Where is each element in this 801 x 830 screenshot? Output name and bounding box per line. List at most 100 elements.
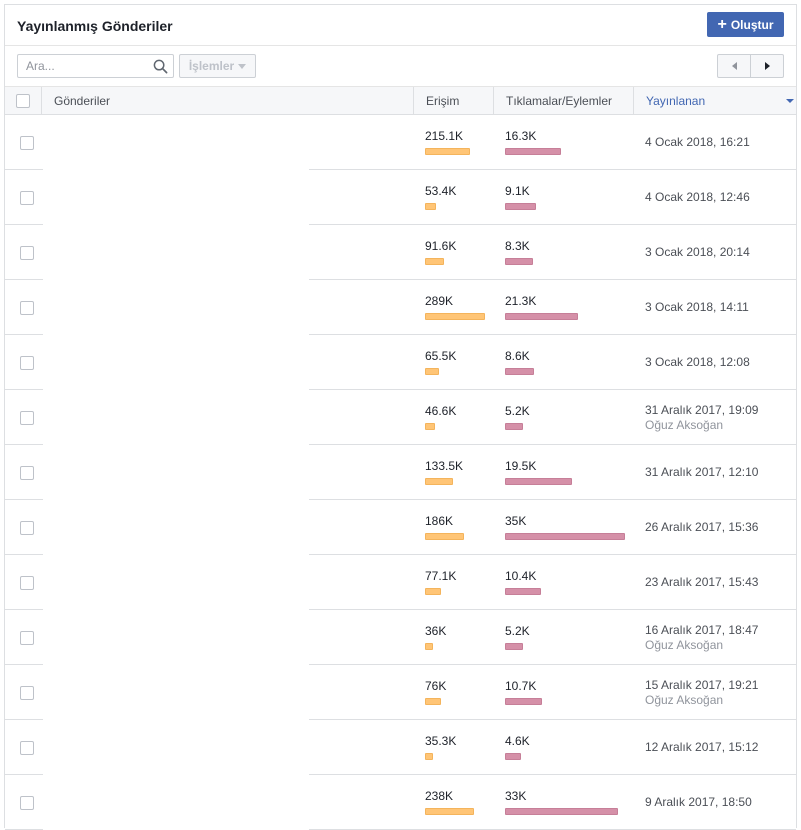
published-date: 23 Aralık 2017, 15:43 [645, 575, 759, 589]
post-preview[interactable] [43, 610, 309, 665]
post-preview[interactable] [43, 390, 309, 445]
table-row[interactable]: 46.6K 5.2K 31 Aralık 2017, 19:09 Oğuz Aksoğ… [5, 390, 796, 445]
published-cell: 26 Aralık 2017, 15:36 [645, 520, 795, 535]
reach-cell: 91.6K [425, 239, 456, 265]
table-row[interactable]: 77.1K 10.4K 23 Aralık 2017, 15:43 [5, 555, 796, 610]
sort-descending-icon[interactable] [786, 99, 794, 103]
clicks-bar [505, 368, 534, 375]
search-icon[interactable] [153, 59, 168, 74]
clicks-value: 19.5K [505, 459, 537, 473]
table-row[interactable]: 35.3K 4.6K 12 Aralık 2017, 15:12 [5, 720, 796, 775]
table-row[interactable]: 36K 5.2K 16 Aralık 2017, 18:47 Oğuz Aksoğan [5, 610, 796, 665]
create-button[interactable]: + Oluştur [707, 12, 784, 37]
published-date: 3 Ocak 2018, 20:14 [645, 245, 750, 259]
previous-page-button[interactable] [718, 55, 750, 77]
post-preview[interactable] [43, 665, 309, 720]
column-header-posts[interactable]: Gönderiler [41, 87, 413, 115]
published-date: 4 Ocak 2018, 16:21 [645, 135, 750, 149]
published-date: 31 Aralık 2017, 12:10 [645, 465, 759, 479]
clicks-cell: 35K [505, 514, 625, 540]
row-checkbox[interactable] [20, 686, 34, 700]
reach-value: 65.5K [425, 349, 457, 363]
row-checkbox[interactable] [20, 466, 34, 480]
clicks-bar [505, 423, 523, 430]
published-cell: 16 Aralık 2017, 18:47 Oğuz Aksoğan [645, 623, 795, 653]
reach-value: 91.6K [425, 239, 457, 253]
published-date: 4 Ocak 2018, 12:46 [645, 190, 750, 204]
table-row[interactable]: 53.4K 9.1K 4 Ocak 2018, 12:46 [5, 170, 796, 225]
published-date: 3 Ocak 2018, 14:11 [645, 300, 749, 314]
post-preview[interactable] [43, 500, 309, 555]
clicks-cell: 19.5K [505, 459, 572, 485]
chevron-down-icon [238, 64, 247, 69]
post-preview[interactable] [43, 775, 309, 830]
table-row[interactable]: 289K 21.3K 3 Ocak 2018, 14:11 [5, 280, 796, 335]
post-preview[interactable] [43, 170, 309, 225]
row-checkbox[interactable] [20, 356, 34, 370]
clicks-cell: 10.4K [505, 569, 541, 595]
table-row[interactable]: 215.1K 16.3K 4 Ocak 2018, 16:21 [5, 115, 796, 170]
reach-cell: 46.6K [425, 404, 456, 430]
select-all-checkbox[interactable] [16, 94, 30, 108]
row-checkbox[interactable] [20, 191, 34, 205]
row-checkbox[interactable] [20, 576, 34, 590]
clicks-bar [505, 478, 572, 485]
next-page-button[interactable] [750, 55, 783, 77]
row-checkbox[interactable] [20, 521, 34, 535]
row-checkbox[interactable] [20, 246, 34, 260]
table-row[interactable]: 186K 35K 26 Aralık 2017, 15:36 [5, 500, 796, 555]
post-preview[interactable] [43, 445, 309, 500]
posts-table-body: 215.1K 16.3K 4 Ocak 2018, 16:21 53.4K 9.1K 4 … [5, 115, 796, 830]
actions-dropdown[interactable]: İşlemler [179, 54, 256, 78]
clicks-bar [505, 698, 542, 705]
row-checkbox[interactable] [20, 136, 34, 150]
search-input[interactable] [18, 55, 148, 77]
clicks-cell: 10.7K [505, 679, 542, 705]
row-checkbox[interactable] [20, 301, 34, 315]
clicks-bar [505, 313, 578, 320]
column-header-clicks[interactable]: Tıklamalar/Eylemler [493, 87, 633, 115]
actions-dropdown-label: İşlemler [188, 59, 235, 73]
post-preview[interactable] [43, 335, 309, 390]
published-cell: 4 Ocak 2018, 12:46 [645, 190, 795, 205]
clicks-value: 16.3K [505, 129, 537, 143]
row-checkbox[interactable] [20, 796, 34, 810]
published-date: 12 Aralık 2017, 15:12 [645, 740, 759, 754]
reach-bar [425, 258, 444, 265]
reach-bar [425, 588, 441, 595]
row-checkbox[interactable] [20, 631, 34, 645]
post-preview[interactable] [43, 280, 309, 335]
reach-bar [425, 643, 433, 650]
table-row[interactable]: 133.5K 19.5K 31 Aralık 2017, 12:10 [5, 445, 796, 500]
chevron-left-icon [731, 62, 737, 70]
published-cell: 9 Aralık 2017, 18:50 [645, 795, 795, 810]
reach-value: 35.3K [425, 734, 457, 748]
search-box [17, 54, 174, 78]
clicks-cell: 4.6K [505, 734, 530, 760]
reach-cell: 289K [425, 294, 485, 320]
post-preview[interactable] [43, 720, 309, 775]
reach-value: 46.6K [425, 404, 457, 418]
reach-cell: 215.1K [425, 129, 470, 155]
table-row[interactable]: 65.5K 8.6K 3 Ocak 2018, 12:08 [5, 335, 796, 390]
column-header-published[interactable]: Yayınlanan [633, 87, 798, 115]
clicks-value: 8.3K [505, 239, 530, 253]
published-author: Oğuz Aksoğan [645, 418, 724, 432]
reach-value: 186K [425, 514, 454, 528]
row-checkbox[interactable] [20, 411, 34, 425]
post-preview[interactable] [43, 555, 309, 610]
post-preview[interactable] [43, 115, 309, 170]
column-header-reach[interactable]: Erişim [413, 87, 493, 115]
table-row[interactable]: 238K 33K 9 Aralık 2017, 18:50 [5, 775, 796, 830]
published-date: 16 Aralık 2017, 18:47 [645, 623, 759, 637]
table-row[interactable]: 91.6K 8.3K 3 Ocak 2018, 20:14 [5, 225, 796, 280]
table-row[interactable]: 76K 10.7K 15 Aralık 2017, 19:21 Oğuz Aksoğa… [5, 665, 796, 720]
clicks-bar [505, 588, 541, 595]
clicks-cell: 16.3K [505, 129, 561, 155]
clicks-value: 8.6K [505, 349, 530, 363]
clicks-cell: 5.2K [505, 404, 530, 430]
post-preview[interactable] [43, 225, 309, 280]
row-checkbox[interactable] [20, 741, 34, 755]
published-cell: 3 Ocak 2018, 12:08 [645, 355, 795, 370]
page-title: Yayınlanmış Gönderiler [17, 18, 173, 34]
